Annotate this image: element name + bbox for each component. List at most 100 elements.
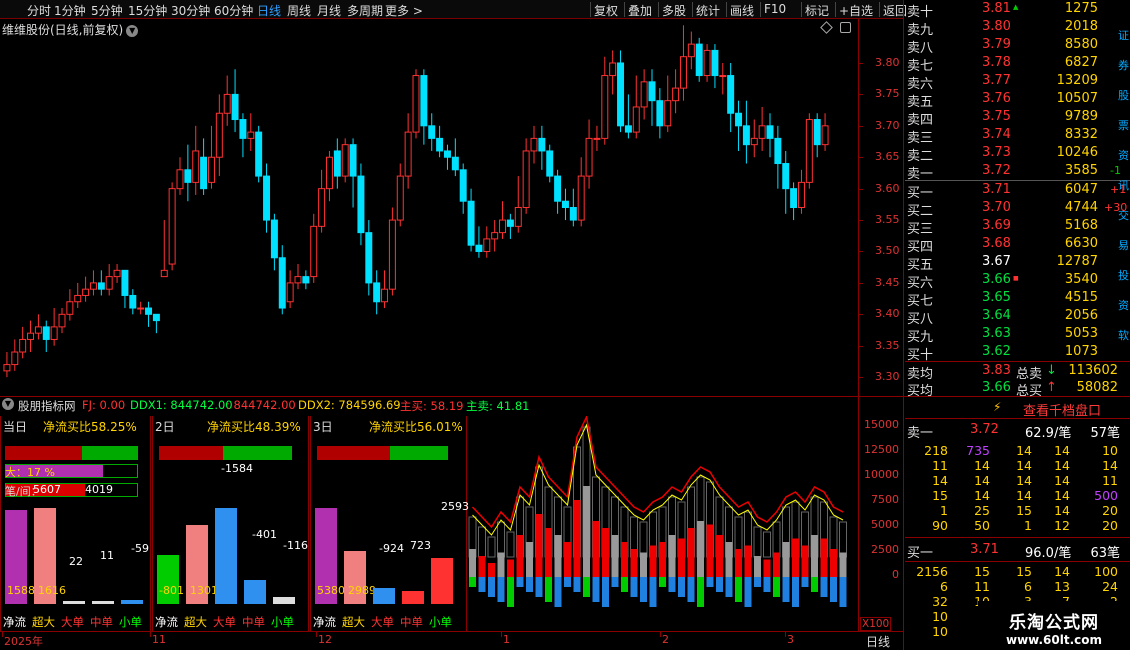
side-char: 易	[1118, 239, 1129, 252]
order-size: 14	[1054, 443, 1070, 458]
toolbar-button-6[interactable]: 标记	[805, 2, 829, 19]
ask-row[interactable]: 卖四 3.75 9789	[905, 109, 1130, 128]
date-axis: 2025年 11 12 1 2 3 日线	[0, 631, 903, 650]
ask-volume: 8332	[1064, 127, 1098, 142]
toolbar-button-4[interactable]: 画线	[730, 2, 754, 19]
caption-1: 超大	[32, 615, 55, 629]
flow-bar	[121, 600, 143, 604]
bid-volume: 4515	[1064, 290, 1098, 305]
bid-row[interactable]: 买八 3.64 2056	[905, 308, 1130, 327]
bid-row[interactable]: 买九 3.63 5053	[905, 326, 1130, 345]
flow-bar	[431, 557, 453, 604]
toolbar-button-3[interactable]: 统计	[696, 2, 720, 19]
flow-bar-value: -1584	[221, 462, 253, 475]
ask-row[interactable]: 卖六 3.77 13209	[905, 73, 1130, 92]
inflow-bar	[602, 528, 609, 577]
toolbar-button-7[interactable]: +自选	[839, 2, 873, 19]
bid-row[interactable]: 买二 3.70 4744	[905, 200, 1130, 219]
bid-row[interactable]: 买五 3.67 12787	[905, 254, 1130, 273]
outflow-bar	[716, 577, 723, 592]
period-tab-10[interactable]: 更多 >	[385, 2, 423, 19]
bid-label: 买三	[907, 222, 934, 237]
watermark: 乐淘公式网 www.60lt.com	[978, 601, 1130, 650]
candle-body	[302, 276, 310, 284]
period-tab-3[interactable]: 15分钟	[128, 2, 167, 19]
caption-0: 净流	[313, 615, 336, 629]
period-tab-2[interactable]: 5分钟	[91, 2, 123, 19]
ask-row[interactable]: 卖九 3.80 2018	[905, 19, 1130, 38]
period-tab-0[interactable]: 分时	[27, 2, 51, 19]
order-row: 15 14 14 14 500	[905, 488, 1130, 503]
toolbar-button-1[interactable]: 叠加	[628, 2, 652, 19]
bid-price: 3.67	[982, 254, 1011, 269]
period-tab-9[interactable]: 多周期	[347, 2, 383, 19]
candle-body	[192, 150, 200, 183]
candle-body	[341, 144, 349, 177]
caption-1: 超大	[342, 615, 365, 629]
bid-volume: 1073	[1064, 344, 1098, 359]
toolbar-button-5[interactable]: F10	[764, 2, 786, 16]
candle-body	[436, 137, 444, 152]
candle-body	[443, 150, 451, 158]
period-tab-5[interactable]: 60分钟	[214, 2, 253, 19]
order-size: 11	[932, 458, 948, 473]
outflow-bar	[478, 577, 486, 592]
outflow-bar	[602, 577, 609, 607]
inflow-bar	[716, 535, 723, 577]
ask-volume: 13209	[1056, 73, 1098, 88]
candle-body	[129, 294, 137, 309]
toolbar-button-0[interactable]: 复权	[594, 2, 618, 19]
view-levels-button[interactable]: 查看千档盘口	[1023, 400, 1101, 419]
price-tick: 3.40	[875, 307, 900, 321]
flow-bar	[244, 579, 266, 604]
chevron-down-icon[interactable]: ▼	[2, 398, 14, 410]
period-tab-1[interactable]: 1分钟	[54, 2, 86, 19]
bid-row[interactable]: 买一 3.71 6047	[905, 182, 1130, 201]
candle-body	[215, 112, 223, 158]
side-char: 交	[1118, 209, 1129, 222]
level-button-row[interactable]: ⚡ 查看千档盘口	[905, 397, 1130, 419]
bid-volume: 2056	[1064, 308, 1098, 323]
bid-row[interactable]: 买七 3.65 4515	[905, 290, 1130, 309]
ask-row[interactable]: 卖七 3.78 6827	[905, 55, 1130, 74]
outflow-bar	[792, 577, 799, 607]
ask-summary: 卖一 3.72 62.9/笔 57笔	[905, 422, 1130, 441]
outflow-bar	[573, 577, 581, 592]
month-label: 2	[662, 633, 669, 646]
outflow-bar	[697, 577, 704, 607]
ratio-bar	[5, 446, 138, 460]
period-tab-7[interactable]: 周线	[287, 2, 311, 19]
indicator-tick: 10000	[864, 468, 899, 481]
outflow-bar	[773, 577, 780, 597]
period-tab-4[interactable]: 30分钟	[171, 2, 210, 19]
indicator-name[interactable]: 股朋指标网	[18, 398, 76, 414]
period-tab-6[interactable]: 日线	[257, 2, 281, 19]
ask-row[interactable]: 卖一 3.72 3585	[905, 163, 1130, 182]
period-tab-8[interactable]: 月线	[317, 2, 341, 19]
bid-volume: 4744	[1064, 200, 1098, 215]
toolbar-button-2[interactable]: 多股	[662, 2, 686, 19]
candle-body	[766, 125, 774, 139]
outflow-bar	[469, 577, 476, 587]
side-text: 证券股票资讯交易投资软	[1118, 30, 1130, 360]
ask-row[interactable]: 卖八 3.79 8580	[905, 37, 1130, 56]
ask-row[interactable]: 卖三 3.74 8332	[905, 127, 1130, 146]
tick-mark	[859, 62, 863, 64]
candle-body	[711, 49, 719, 77]
bid-row[interactable]: 买三 3.69 5168	[905, 218, 1130, 237]
candle-body	[231, 93, 239, 121]
ask-row[interactable]: 卖五 3.76 10507	[905, 91, 1130, 110]
bid-row[interactable]: 买十 3.62 1073	[905, 344, 1130, 363]
ask-row[interactable]: 卖二 3.73 10246	[905, 145, 1130, 164]
bid-label: 买二	[907, 204, 934, 219]
indicator-tick: 12500	[864, 443, 899, 456]
side-char: 券	[1118, 59, 1129, 72]
month-tick	[150, 632, 151, 637]
bid-row[interactable]: 买四 3.68 6630	[905, 236, 1130, 255]
candle-body	[499, 219, 507, 234]
inflow-bar	[497, 552, 505, 577]
indicator-value-1: DDX1: 844742.00	[130, 398, 233, 412]
inflow-bar	[735, 549, 742, 577]
flow-bar	[63, 601, 85, 604]
price-tick: 3.35	[875, 338, 900, 352]
